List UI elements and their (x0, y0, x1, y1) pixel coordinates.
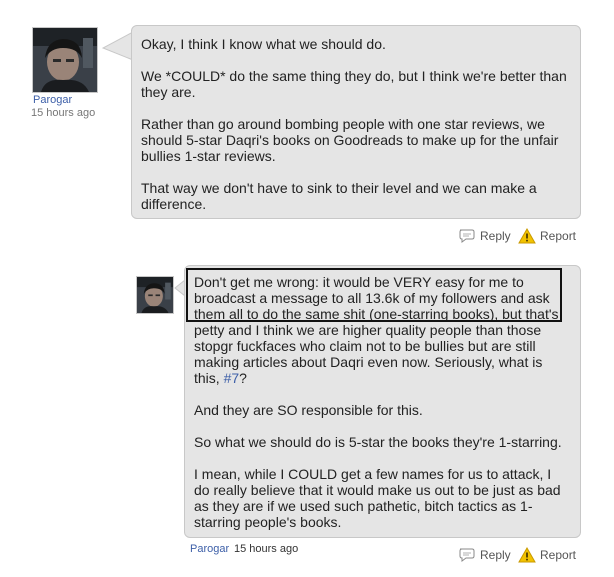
report-label: Report (540, 548, 577, 562)
comment-bubble: Don't get me wrong: it would be VERY eas… (184, 265, 581, 538)
speech-bubble-icon (459, 548, 475, 562)
bubble-tail (102, 32, 134, 61)
author-link[interactable]: Parogar (190, 543, 229, 555)
comment-paragraph: Rather than go around bombing people wit… (141, 116, 559, 164)
warning-triangle-icon (518, 228, 536, 244)
reply-button[interactable]: Reply (458, 228, 511, 244)
comment-text: Don't get me wrong: it would be VERY eas… (194, 274, 559, 386)
comment-paragraph: And they are SO responsible for this. (194, 402, 423, 418)
avatar[interactable] (136, 276, 174, 314)
issue-link[interactable]: #7 (224, 370, 240, 386)
report-button[interactable]: Report (518, 547, 576, 563)
comment-paragraph: We *COULD* do the same thing they do, bu… (141, 68, 567, 100)
reply-label: Reply (480, 548, 511, 562)
comment-paragraph: So what we should do is 5-star the books… (194, 434, 562, 450)
timestamp: 15 hours ago (234, 543, 299, 555)
user-avatar-photo (33, 28, 97, 92)
comment-bubble: Okay, I think I know what we should do. … (131, 25, 581, 219)
comment-paragraph: I mean, while I COULD get a few names fo… (194, 466, 561, 530)
user-avatar-photo (137, 277, 173, 313)
comment-paragraph: Don't get me wrong: it would be VERY eas… (194, 274, 570, 386)
avatar[interactable] (32, 27, 98, 93)
timestamp: 15 hours ago (31, 107, 96, 119)
reply-label: Reply (480, 229, 511, 243)
author-link[interactable]: Parogar (33, 94, 72, 106)
warning-triangle-icon (518, 547, 536, 563)
reply-button[interactable]: Reply (458, 547, 511, 563)
speech-bubble-icon (459, 229, 475, 243)
comment-paragraph: Okay, I think I know what we should do. (141, 36, 386, 52)
report-label: Report (540, 229, 577, 243)
report-button[interactable]: Report (518, 228, 576, 244)
comment-text: ? (239, 370, 247, 386)
comment-paragraph: That way we don't have to sink to their … (141, 180, 537, 212)
